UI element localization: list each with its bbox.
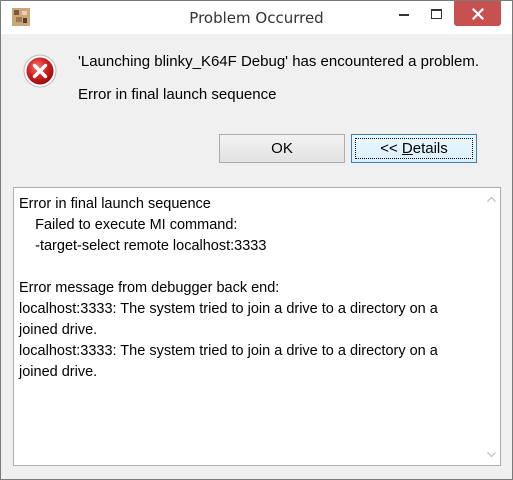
maximize-icon: [430, 8, 442, 19]
details-prefix: <<: [380, 140, 402, 157]
close-icon: [471, 7, 484, 20]
vertical-scrollbar[interactable]: [483, 188, 500, 465]
details-line: Failed to execute MI command:: [19, 217, 238, 233]
details-text-area[interactable]: Error in final launch sequence Failed to…: [13, 187, 501, 466]
maximize-button[interactable]: [422, 1, 450, 26]
details-line: localhost:3333: The system tried to join…: [19, 301, 442, 338]
details-line: Error message from debugger back end:: [19, 280, 280, 296]
chevron-up-icon: [487, 196, 496, 202]
chevron-down-icon: [487, 451, 496, 457]
error-icon: [23, 54, 57, 88]
close-button[interactable]: [454, 1, 501, 26]
details-line: localhost:3333: The system tried to join…: [19, 343, 442, 380]
details-line: [19, 257, 479, 278]
ok-button-label: OK: [271, 140, 293, 157]
scroll-up-button[interactable]: [483, 190, 500, 207]
error-summary: Error in final launch sequence: [78, 86, 277, 103]
message-area: 'Launching blinky_K64F Debug' has encoun…: [1, 34, 512, 184]
title-bar[interactable]: Problem Occurred: [1, 1, 512, 34]
scroll-down-button[interactable]: [483, 446, 500, 463]
details-line: Error in final launch sequence: [19, 196, 211, 212]
details-content: Error in final launch sequence Failed to…: [19, 194, 479, 383]
problem-dialog: Problem Occurred 'Launching blinky_K64F …: [0, 0, 513, 480]
error-message: 'Launching blinky_K64F Debug' has encoun…: [78, 53, 479, 70]
details-mnemonic: D: [401, 140, 413, 157]
ok-button[interactable]: OK: [219, 134, 345, 163]
details-button[interactable]: << Details: [351, 134, 477, 163]
details-line: -target-select remote localhost:3333: [19, 238, 267, 254]
details-label-rest: etails: [412, 140, 448, 157]
minimize-button[interactable]: [390, 1, 418, 26]
minimize-icon: [399, 13, 409, 16]
